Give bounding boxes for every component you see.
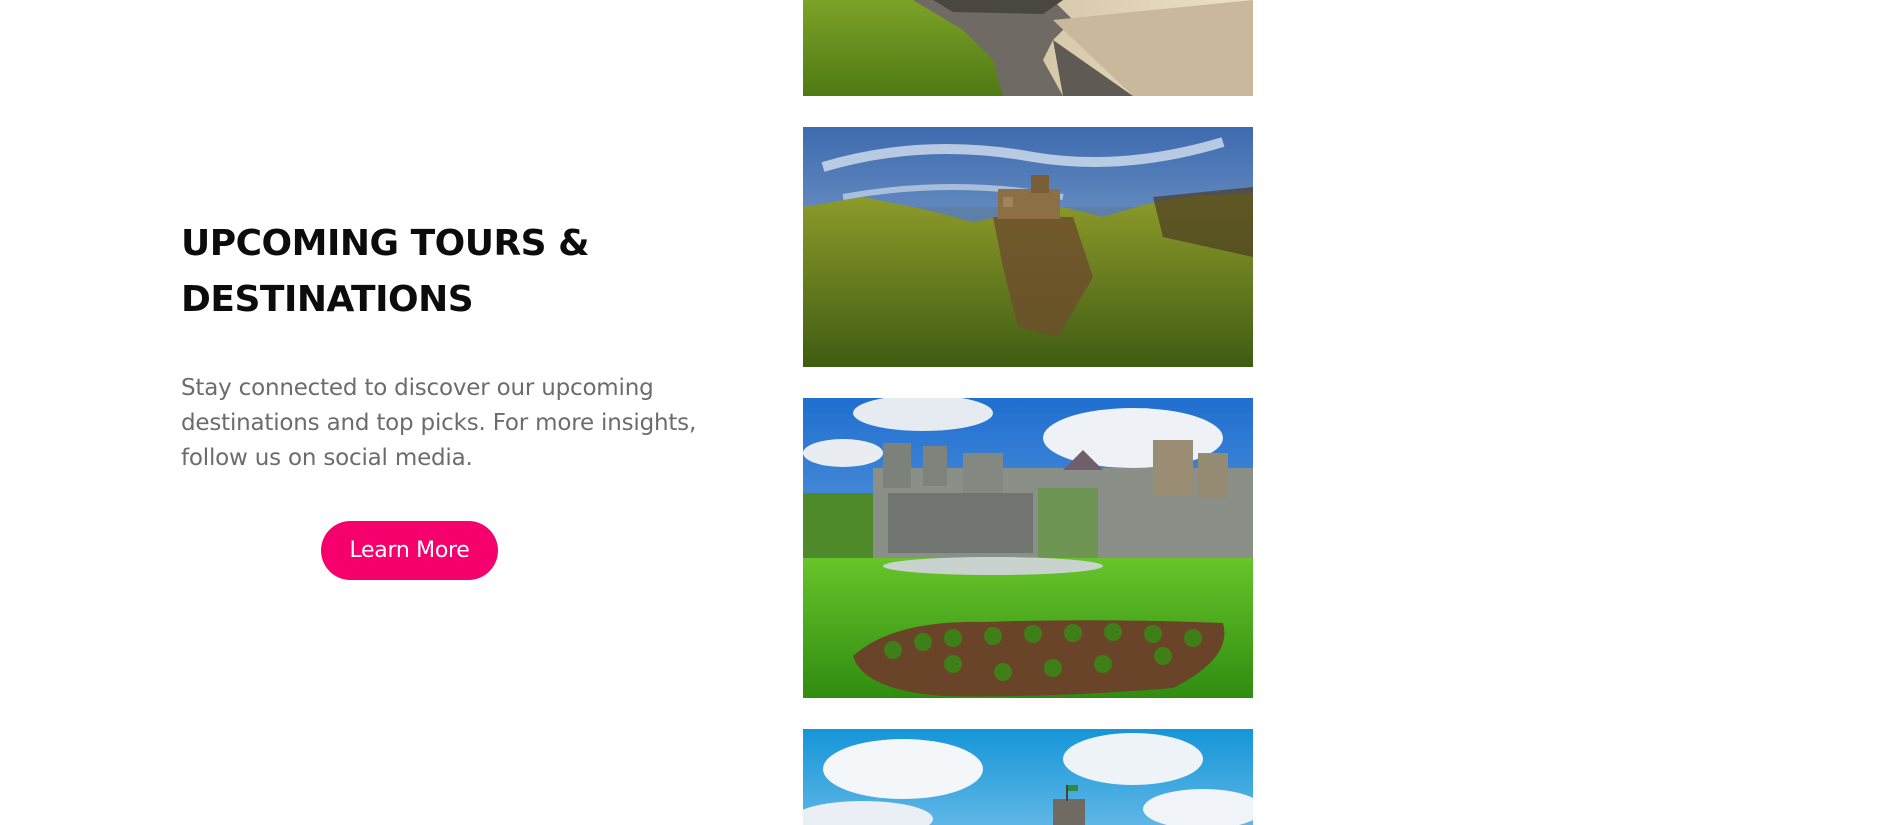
learn-more-button[interactable]: Learn More	[321, 521, 498, 580]
gallery-photo-castle-garden	[803, 398, 1253, 698]
gallery-photo-cliffside-castle	[803, 127, 1253, 367]
gallery-photo-castle-tower	[803, 729, 1253, 825]
section-heading: UPCOMING TOURS & DESTINATIONS	[181, 223, 590, 320]
section-description: Stay connected to discover our upcoming …	[181, 375, 697, 471]
gallery-photo-coastal-shore	[803, 0, 1253, 96]
